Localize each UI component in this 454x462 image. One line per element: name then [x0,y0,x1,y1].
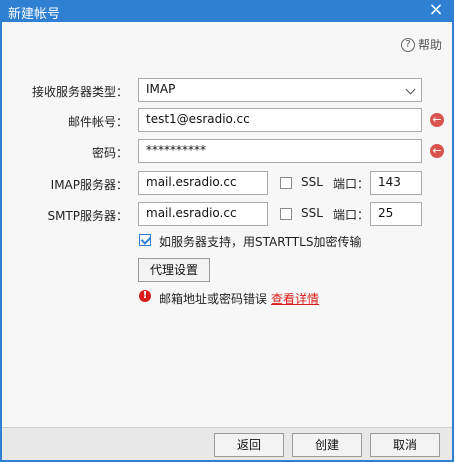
error-text: 邮箱地址或密码错误 [159,292,268,306]
server-type-select[interactable]: IMAP [138,78,422,102]
account-error-icon: ← [430,113,444,127]
imap-label: IMAP服务器： [50,178,128,192]
starttls-label: 如服务器支持，用STARTTLS加密传输 [159,235,362,249]
dialog-content: ? 帮助 接收服务器类型： IMAP 邮件帐号： test1@esradio.c… [2,22,452,460]
account-value: test1@esradio.cc [146,112,250,126]
dialog-title: 新建帐号 [8,7,61,22]
help-icon: ? [400,37,415,52]
chevron-down-icon [405,84,416,95]
password-field[interactable]: ********** [138,139,422,163]
imap-port-field[interactable]: 143 [370,171,422,195]
password-label: 密码： [91,146,128,160]
smtp-server-value: mail.esradio.cc [146,206,237,220]
title-bar: 新建帐号 × [0,0,454,22]
imap-port-value: 143 [378,175,401,189]
create-button[interactable]: 创建 [292,433,362,457]
smtp-ssl-label: SSL [301,206,323,220]
password-error-icon: ← [430,144,444,158]
smtp-port-label: 端口： [333,208,370,222]
starttls-checkbox[interactable] [139,234,152,246]
close-icon[interactable]: × [428,1,444,19]
cancel-button[interactable]: 取消 [370,433,440,457]
help-link[interactable]: ? 帮助 [400,36,442,53]
smtp-server-field[interactable]: mail.esradio.cc [138,202,268,226]
smtp-port-value: 25 [378,206,394,220]
details-link[interactable]: 查看详情 [271,290,319,307]
imap-ssl-label: SSL [301,175,323,189]
smtp-label: SMTP服务器： [47,209,128,223]
new-account-dialog: 新建帐号 × ? 帮助 接收服务器类型： IMAP 邮件帐号： test1@es… [0,0,454,462]
checkmark-icon [140,234,152,245]
proxy-settings-button[interactable]: 代理设置 [138,258,210,282]
server-type-label: 接收服务器类型： [31,85,128,99]
imap-server-value: mail.esradio.cc [146,175,237,189]
server-type-value: IMAP [146,82,176,96]
error-icon: ! [139,290,151,302]
smtp-ssl-checkbox[interactable] [280,208,292,220]
smtp-port-field[interactable]: 25 [370,202,422,226]
imap-server-field[interactable]: mail.esradio.cc [138,171,268,195]
account-field[interactable]: test1@esradio.cc [138,108,422,132]
back-button[interactable]: 返回 [214,433,284,457]
footer-bar: 返回 创建 取消 [2,427,452,460]
imap-ssl-checkbox[interactable] [280,177,292,189]
help-label: 帮助 [417,38,442,52]
imap-port-label: 端口： [333,177,370,191]
account-label: 邮件帐号： [67,115,128,129]
password-value: ********** [146,143,206,157]
